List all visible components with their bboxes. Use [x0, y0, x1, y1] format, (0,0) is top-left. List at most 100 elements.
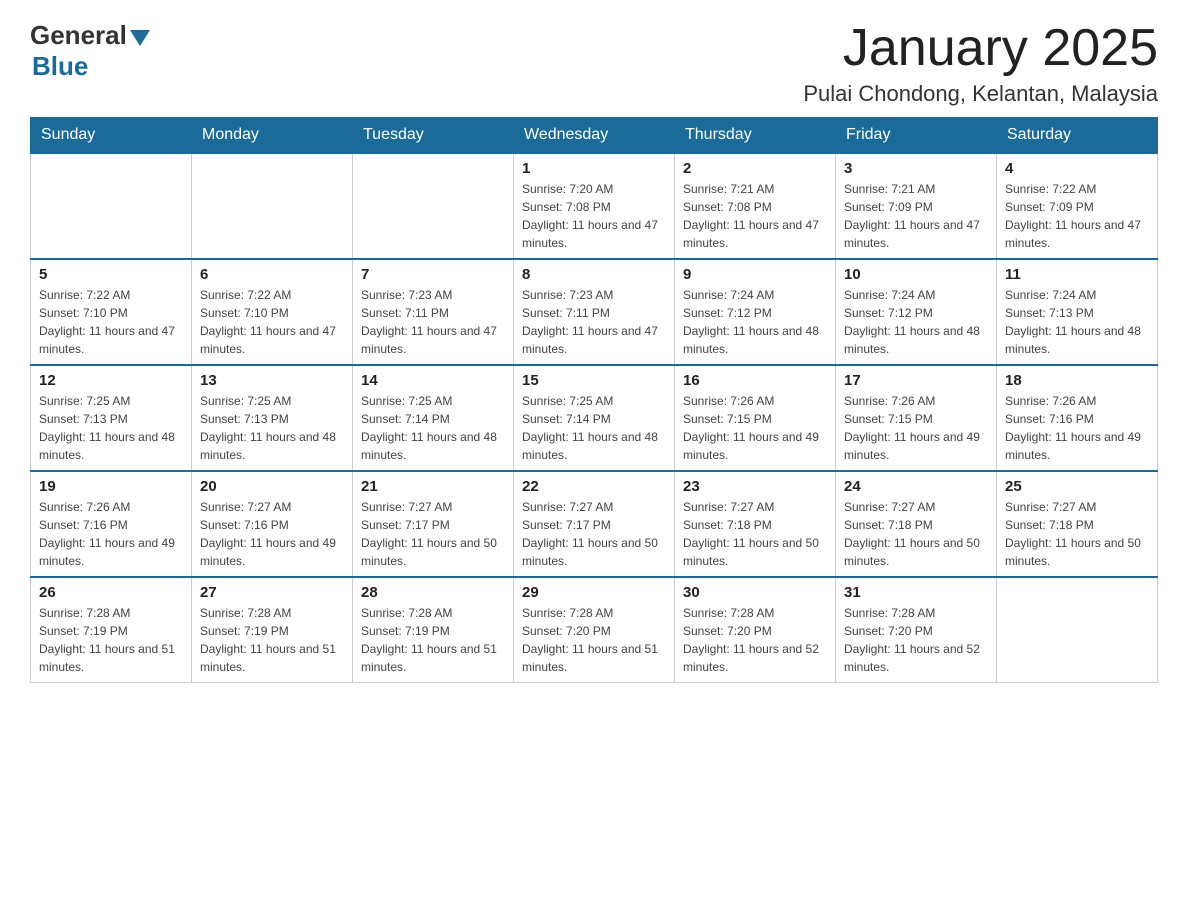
- day-number: 29: [522, 584, 666, 601]
- calendar-cell: 12 Sunrise: 7:25 AM Sunset: 7:13 PM Dayli…: [31, 365, 192, 471]
- weekday-header-friday: Friday: [836, 118, 997, 154]
- calendar-cell: 10 Sunrise: 7:24 AM Sunset: 7:12 PM Dayli…: [836, 259, 997, 365]
- weekday-header-row: SundayMondayTuesdayWednesdayThursdayFrid…: [31, 118, 1158, 154]
- calendar-cell: 24 Sunrise: 7:27 AM Sunset: 7:18 PM Dayli…: [836, 471, 997, 577]
- day-info: Sunrise: 7:24 AM Sunset: 7:12 PM Dayligh…: [844, 286, 988, 358]
- calendar-cell: 11 Sunrise: 7:24 AM Sunset: 7:13 PM Dayli…: [997, 259, 1158, 365]
- day-number: 18: [1005, 372, 1149, 389]
- calendar-cell: 5Sunrise: 7:22 AM Sunset: 7:10 PM Daylig…: [31, 259, 192, 365]
- day-info: Sunrise: 7:25 AM Sunset: 7:14 PM Dayligh…: [522, 392, 666, 464]
- calendar-cell: 20Sunrise: 7:27 AM Sunset: 7:16 PM Dayli…: [192, 471, 353, 577]
- day-info: Sunrise: 7:26 AM Sunset: 7:16 PM Dayligh…: [39, 498, 183, 570]
- calendar-cell: 1Sunrise: 7:20 AM Sunset: 7:08 PM Daylig…: [514, 153, 675, 259]
- day-number: 16: [683, 372, 827, 389]
- day-info: Sunrise: 7:25 AM Sunset: 7:14 PM Dayligh…: [361, 392, 505, 464]
- week-row-2: 5 Sunrise: 7:22 AM Sunset: 7:10 PM Daylig…: [31, 259, 1158, 365]
- day-number: 26: [39, 584, 183, 601]
- day-info: Sunrise: 7:24 AM Sunset: 7:13 PM Dayligh…: [1005, 286, 1149, 358]
- day-number: 30: [683, 584, 827, 601]
- day-number: 10: [844, 266, 988, 283]
- day-info: Sunrise: 7:23 AM Sunset: 7:11 PM Dayligh…: [361, 286, 505, 358]
- day-info: Sunrise: 7:21 AM Sunset: 7:08 PM Dayligh…: [683, 180, 827, 252]
- day-number: 13: [200, 372, 344, 389]
- calendar-cell: [31, 153, 192, 259]
- title-section: January 2025 Pulai Chondong, Kelantan, M…: [803, 20, 1158, 107]
- day-number: 27: [200, 584, 344, 601]
- day-number: 14: [361, 372, 505, 389]
- day-number: 31: [844, 584, 988, 601]
- day-info: Sunrise: 7:23 AM Sunset: 7:11 PM Dayligh…: [522, 286, 666, 358]
- calendar-cell: 26 Sunrise: 7:28 AM Sunset: 7:19 PM Dayli…: [31, 577, 192, 683]
- calendar-cell: 27Sunrise: 7:28 AM Sunset: 7:19 PM Dayli…: [192, 577, 353, 683]
- calendar-cell: 16Sunrise: 7:26 AM Sunset: 7:15 PM Dayli…: [675, 365, 836, 471]
- calendar-cell: 29 Sunrise: 7:28 AM Sunset: 7:20 PM Dayli…: [514, 577, 675, 683]
- day-info: Sunrise: 7:27 AM Sunset: 7:17 PM Dayligh…: [361, 498, 505, 570]
- day-info: Sunrise: 7:28 AM Sunset: 7:19 PM Dayligh…: [361, 604, 505, 676]
- day-info: Sunrise: 7:27 AM Sunset: 7:17 PM Dayligh…: [522, 498, 666, 570]
- weekday-header-thursday: Thursday: [675, 118, 836, 154]
- day-number: 5: [39, 266, 183, 283]
- day-number: 4: [1005, 160, 1149, 177]
- day-info: Sunrise: 7:28 AM Sunset: 7:20 PM Dayligh…: [683, 604, 827, 676]
- week-row-4: 19 Sunrise: 7:26 AM Sunset: 7:16 PM Dayli…: [31, 471, 1158, 577]
- month-title: January 2025: [803, 20, 1158, 77]
- calendar-cell: 7Sunrise: 7:23 AM Sunset: 7:11 PM Daylig…: [353, 259, 514, 365]
- day-info: Sunrise: 7:28 AM Sunset: 7:20 PM Dayligh…: [844, 604, 988, 676]
- calendar-cell: 15Sunrise: 7:25 AM Sunset: 7:14 PM Dayli…: [514, 365, 675, 471]
- day-number: 11: [1005, 266, 1149, 283]
- day-number: 24: [844, 478, 988, 495]
- day-info: Sunrise: 7:27 AM Sunset: 7:16 PM Dayligh…: [200, 498, 344, 570]
- day-info: Sunrise: 7:26 AM Sunset: 7:15 PM Dayligh…: [844, 392, 988, 464]
- calendar-cell: 14 Sunrise: 7:25 AM Sunset: 7:14 PM Dayli…: [353, 365, 514, 471]
- day-info: Sunrise: 7:21 AM Sunset: 7:09 PM Dayligh…: [844, 180, 988, 252]
- calendar-cell: [353, 153, 514, 259]
- calendar-cell: 8 Sunrise: 7:23 AM Sunset: 7:11 PM Daylig…: [514, 259, 675, 365]
- week-row-5: 26 Sunrise: 7:28 AM Sunset: 7:19 PM Dayli…: [31, 577, 1158, 683]
- calendar-cell: 17Sunrise: 7:26 AM Sunset: 7:15 PM Dayli…: [836, 365, 997, 471]
- weekday-header-monday: Monday: [192, 118, 353, 154]
- calendar-cell: 23Sunrise: 7:27 AM Sunset: 7:18 PM Dayli…: [675, 471, 836, 577]
- day-info: Sunrise: 7:28 AM Sunset: 7:20 PM Dayligh…: [522, 604, 666, 676]
- logo-blue-text: Blue: [32, 51, 88, 82]
- calendar-cell: 18 Sunrise: 7:26 AM Sunset: 7:16 PM Dayli…: [997, 365, 1158, 471]
- day-info: Sunrise: 7:28 AM Sunset: 7:19 PM Dayligh…: [39, 604, 183, 676]
- day-info: Sunrise: 7:25 AM Sunset: 7:13 PM Dayligh…: [39, 392, 183, 464]
- day-info: Sunrise: 7:24 AM Sunset: 7:12 PM Dayligh…: [683, 286, 827, 358]
- calendar-cell: 2 Sunrise: 7:21 AM Sunset: 7:08 PM Daylig…: [675, 153, 836, 259]
- calendar-cell: 21 Sunrise: 7:27 AM Sunset: 7:17 PM Dayli…: [353, 471, 514, 577]
- calendar-cell: 22 Sunrise: 7:27 AM Sunset: 7:17 PM Dayli…: [514, 471, 675, 577]
- day-info: Sunrise: 7:26 AM Sunset: 7:16 PM Dayligh…: [1005, 392, 1149, 464]
- day-number: 12: [39, 372, 183, 389]
- day-number: 21: [361, 478, 505, 495]
- day-number: 23: [683, 478, 827, 495]
- day-number: 8: [522, 266, 666, 283]
- calendar-cell: 31 Sunrise: 7:28 AM Sunset: 7:20 PM Dayli…: [836, 577, 997, 683]
- day-number: 2: [683, 160, 827, 177]
- day-info: Sunrise: 7:25 AM Sunset: 7:13 PM Dayligh…: [200, 392, 344, 464]
- page-header: General Blue January 2025 Pulai Chondong…: [30, 20, 1158, 107]
- logo-triangle-icon: [130, 30, 150, 46]
- day-info: Sunrise: 7:22 AM Sunset: 7:10 PM Dayligh…: [200, 286, 344, 358]
- calendar-cell: 13 Sunrise: 7:25 AM Sunset: 7:13 PM Dayli…: [192, 365, 353, 471]
- calendar-cell: 25Sunrise: 7:27 AM Sunset: 7:18 PM Dayli…: [997, 471, 1158, 577]
- day-number: 28: [361, 584, 505, 601]
- weekday-header-sunday: Sunday: [31, 118, 192, 154]
- calendar-cell: [192, 153, 353, 259]
- day-number: 22: [522, 478, 666, 495]
- calendar-cell: [997, 577, 1158, 683]
- calendar-cell: 9 Sunrise: 7:24 AM Sunset: 7:12 PM Daylig…: [675, 259, 836, 365]
- day-info: Sunrise: 7:27 AM Sunset: 7:18 PM Dayligh…: [844, 498, 988, 570]
- week-row-3: 12 Sunrise: 7:25 AM Sunset: 7:13 PM Dayli…: [31, 365, 1158, 471]
- day-number: 6: [200, 266, 344, 283]
- day-number: 19: [39, 478, 183, 495]
- calendar-cell: 19 Sunrise: 7:26 AM Sunset: 7:16 PM Dayli…: [31, 471, 192, 577]
- week-row-1: 1Sunrise: 7:20 AM Sunset: 7:08 PM Daylig…: [31, 153, 1158, 259]
- weekday-header-tuesday: Tuesday: [353, 118, 514, 154]
- location-title: Pulai Chondong, Kelantan, Malaysia: [803, 81, 1158, 107]
- day-number: 9: [683, 266, 827, 283]
- day-info: Sunrise: 7:22 AM Sunset: 7:09 PM Dayligh…: [1005, 180, 1149, 252]
- day-info: Sunrise: 7:20 AM Sunset: 7:08 PM Dayligh…: [522, 180, 666, 252]
- calendar-cell: 28 Sunrise: 7:28 AM Sunset: 7:19 PM Dayli…: [353, 577, 514, 683]
- calendar-cell: 4 Sunrise: 7:22 AM Sunset: 7:09 PM Daylig…: [997, 153, 1158, 259]
- logo: General Blue: [30, 20, 150, 82]
